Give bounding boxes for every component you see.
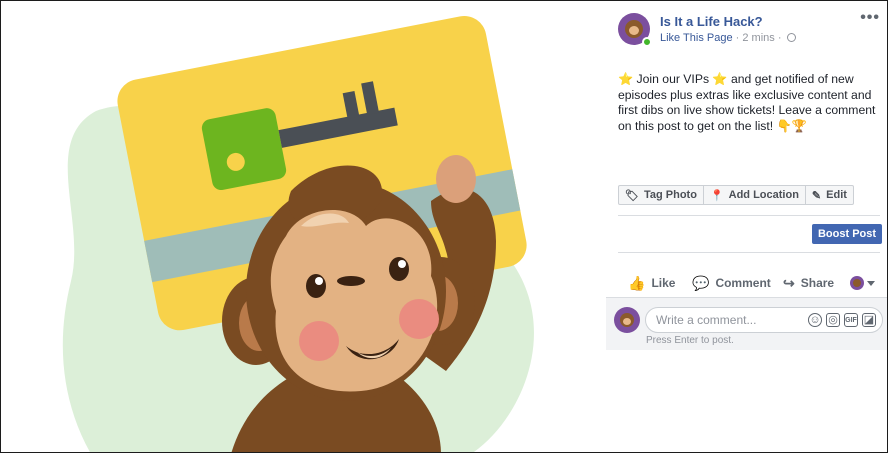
divider <box>618 252 880 253</box>
comment-input[interactable] <box>656 312 806 328</box>
globe-icon <box>786 33 796 42</box>
reaction-bar: 👍 Like 💬 Comment ↪ Share <box>618 271 880 295</box>
like-label: Like <box>651 276 676 290</box>
meta-separator: · <box>735 32 740 44</box>
map-pin-icon: 📍 <box>709 189 724 202</box>
photo-actions-bar: 🏷 Tag Photo 📍 Add Location ✎ Edit <box>618 185 854 205</box>
divider <box>618 215 880 216</box>
edit-label: Edit <box>826 189 847 201</box>
pencil-icon: ✎ <box>811 189 822 202</box>
chevron-down-icon <box>867 280 875 286</box>
online-status-dot <box>642 37 652 47</box>
post-header: Is It a Life Hack? Like This Page · 2 mi… <box>618 9 880 47</box>
monkey-holding-card-illustration <box>62 16 534 452</box>
tag-photo-label: Tag Photo <box>643 189 697 201</box>
meta-separator-2: · <box>777 32 782 44</box>
comment-input-wrapper: ☺ ◎ GIF ◪ <box>645 307 883 333</box>
boost-post-button[interactable]: Boost Post <box>812 224 882 244</box>
gif-icon[interactable]: GIF <box>844 313 858 327</box>
tag-icon: 🏷 <box>625 189 639 202</box>
camera-icon[interactable]: ◎ <box>826 313 840 327</box>
share-label: Share <box>800 276 835 290</box>
post-details-panel: Is It a Life Hack? Like This Page · 2 mi… <box>606 1 887 452</box>
comment-attach-icons: ☺ ◎ GIF ◪ <box>804 313 876 327</box>
post-meta: Like This Page · 2 mins · <box>660 32 796 44</box>
commenter-avatar <box>614 307 640 333</box>
more-options-button[interactable]: ••• <box>860 9 880 27</box>
post-body-text: ⭐ Join our VIPs ⭐ and get notified of ne… <box>618 72 876 133</box>
edit-button[interactable]: ✎ Edit <box>806 186 853 204</box>
post-time[interactable]: 2 mins <box>742 32 774 44</box>
sticker-icon[interactable]: ◪ <box>862 313 876 327</box>
tag-photo-button[interactable]: 🏷 Tag Photo <box>619 186 704 204</box>
post-photo[interactable] <box>1 1 606 452</box>
comment-button[interactable]: 💬 Comment <box>692 275 771 292</box>
react-as-selector[interactable] <box>850 276 875 290</box>
thumbs-up-icon: 👍 <box>628 274 646 291</box>
like-page-link[interactable]: Like This Page <box>660 32 733 44</box>
comment-label: Comment <box>715 276 771 290</box>
like-button[interactable]: 👍 Like <box>628 275 675 292</box>
comment-composer: ☺ ◎ GIF ◪ Press Enter to post. <box>606 297 887 350</box>
add-location-button[interactable]: 📍 Add Location <box>704 186 806 204</box>
add-location-label: Add Location <box>728 189 799 201</box>
speech-bubble-icon: 💬 <box>692 274 710 291</box>
share-arrow-icon: ↪ <box>783 274 795 291</box>
page-name-link[interactable]: Is It a Life Hack? <box>660 14 763 29</box>
page-mini-avatar <box>850 276 864 290</box>
comment-hint: Press Enter to post. <box>646 335 734 346</box>
share-button[interactable]: ↪ Share <box>783 275 834 292</box>
facebook-photo-viewer: Is It a Life Hack? Like This Page · 2 mi… <box>0 0 888 453</box>
smiley-icon[interactable]: ☺ <box>808 313 822 327</box>
